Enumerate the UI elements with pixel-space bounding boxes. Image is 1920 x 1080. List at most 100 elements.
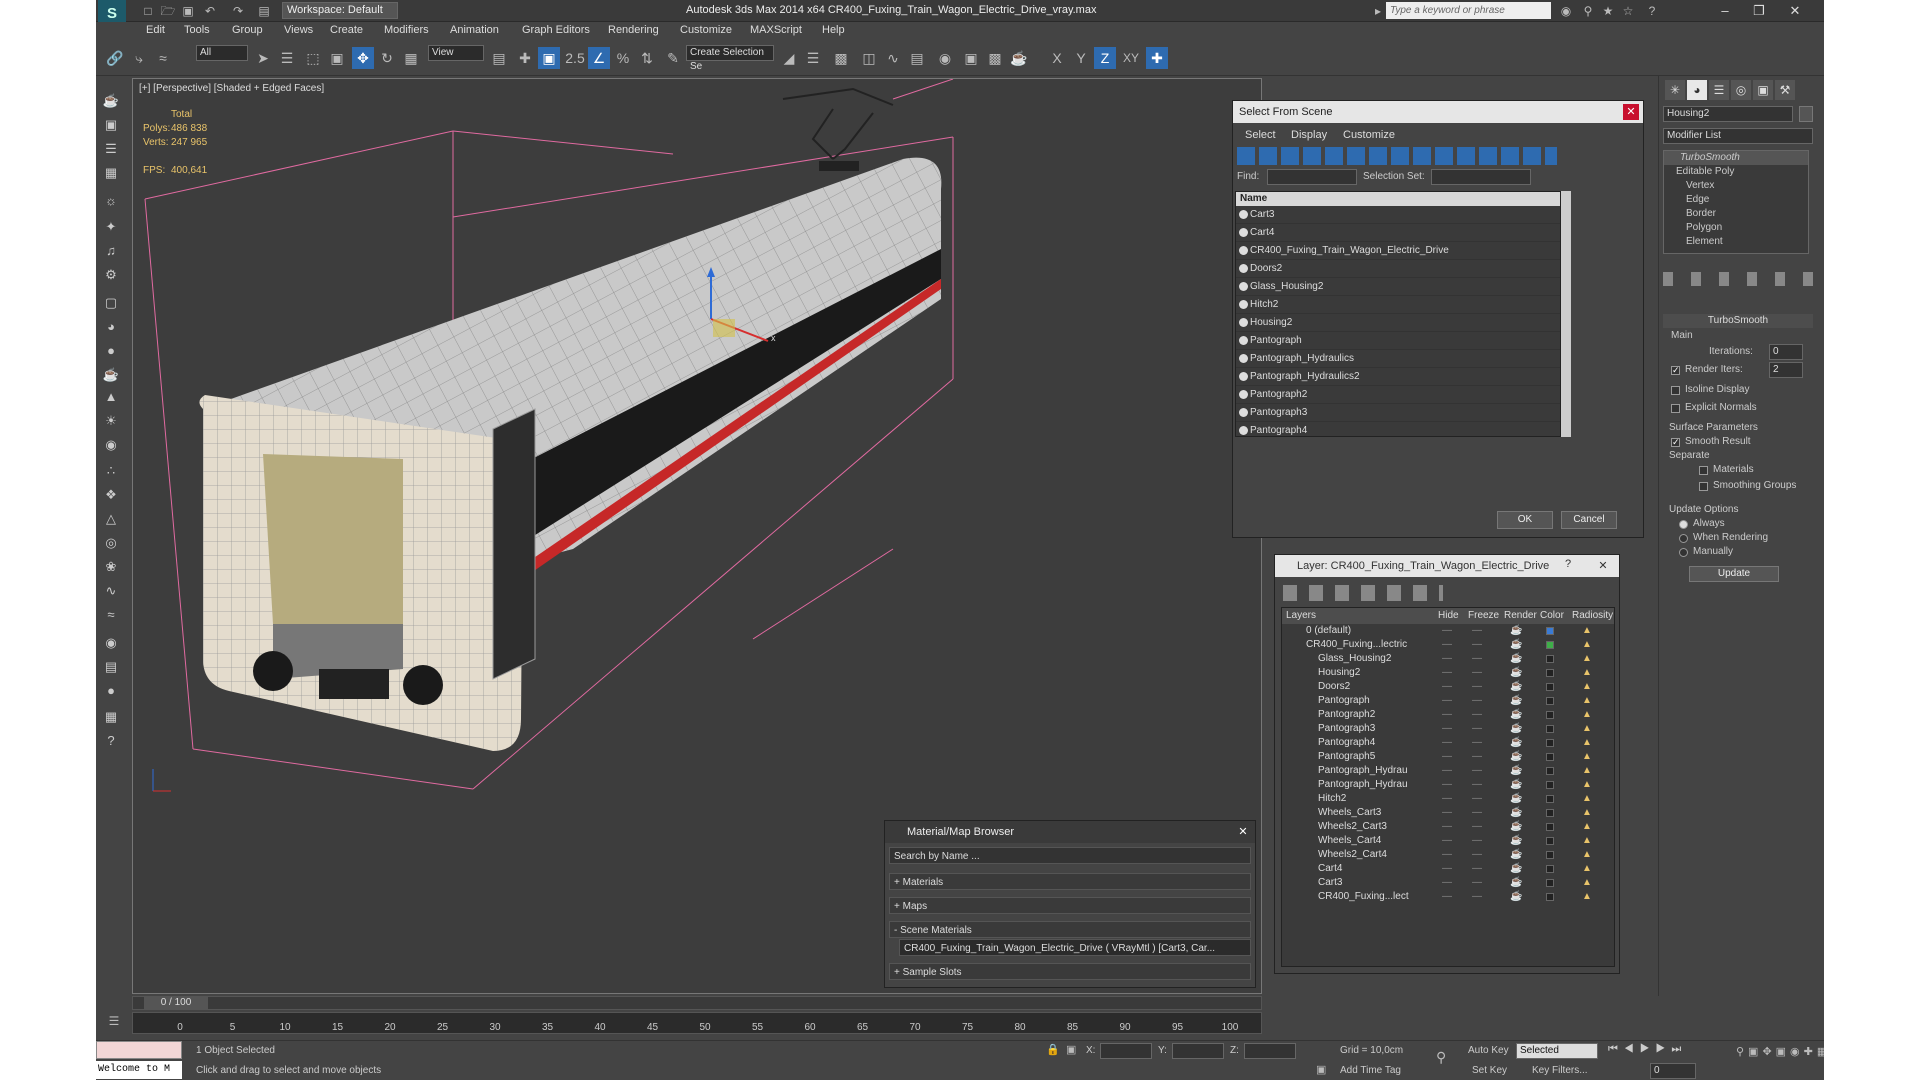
manually-radio[interactable] xyxy=(1679,548,1688,557)
sphere-icon[interactable]: ● xyxy=(100,340,122,362)
layer-color-swatch[interactable] xyxy=(1546,641,1554,649)
teapot-icon[interactable]: ☕ xyxy=(100,90,122,112)
maxscript-listener-pink[interactable] xyxy=(96,1041,182,1059)
layer-hide-toggle[interactable]: — xyxy=(1442,722,1452,736)
layer-hide-toggle[interactable]: — xyxy=(1442,652,1452,666)
hair-icon[interactable]: ∿ xyxy=(100,580,122,602)
set-key-button[interactable]: Set Key xyxy=(1472,1065,1507,1076)
layer-row[interactable]: Pantograph — — ☕ ▲ xyxy=(1282,694,1614,708)
pivot-center-icon[interactable]: ▤ xyxy=(488,47,510,69)
layer-freeze-toggle[interactable]: — xyxy=(1472,848,1482,862)
axis-x-button[interactable]: X xyxy=(1046,47,1068,69)
layer-color-swatch[interactable] xyxy=(1546,655,1554,663)
layer-row[interactable]: Hitch2 — — ☕ ▲ xyxy=(1282,792,1614,806)
teapot-render-icon[interactable]: ☕ xyxy=(1510,806,1522,820)
radiosity-icon[interactable]: ▲ xyxy=(1582,750,1592,764)
teapot-render-icon[interactable]: ☕ xyxy=(1510,666,1522,680)
time-slider-thumb[interactable]: 0 / 100 xyxy=(144,996,208,1010)
teapot-render-icon[interactable]: ☕ xyxy=(1510,652,1522,666)
curve-editor-icon[interactable]: ∿ xyxy=(882,47,904,69)
layer-row[interactable]: Cart4 — — ☕ ▲ xyxy=(1282,862,1614,876)
info-icon[interactable]: ? xyxy=(100,730,122,752)
image-icon[interactable]: ▣ xyxy=(100,114,122,136)
cone-icon[interactable]: ▲ xyxy=(100,386,122,408)
stack-item-element[interactable]: Element xyxy=(1664,235,1808,249)
col-radiosity[interactable]: Radiosity xyxy=(1572,608,1613,624)
key-filters-button[interactable]: Key Filters... xyxy=(1532,1065,1588,1076)
tripod-icon[interactable]: △ xyxy=(100,508,122,530)
col-freeze[interactable]: Freeze xyxy=(1468,608,1499,624)
scene-object-row[interactable]: Doors2 xyxy=(1236,260,1560,278)
scene-states-icon[interactable]: ▤ xyxy=(100,656,122,678)
stack-item-border[interactable]: Border xyxy=(1664,207,1808,221)
dome-light-icon[interactable]: ◉ xyxy=(100,434,122,456)
radiosity-icon[interactable]: ▲ xyxy=(1582,778,1592,792)
layer-freeze-toggle[interactable]: — xyxy=(1472,666,1482,680)
teapot-render-icon[interactable]: ☕ xyxy=(1510,736,1522,750)
bulb-icon[interactable]: ☼ xyxy=(100,190,122,212)
scene-material-item[interactable]: CR400_Fuxing_Train_Wagon_Electric_Drive … xyxy=(899,939,1251,956)
layer-freeze-toggle[interactable]: — xyxy=(1472,764,1482,778)
col-hide[interactable]: Hide xyxy=(1438,608,1459,624)
layer-hide-toggle[interactable]: — xyxy=(1442,806,1452,820)
select-and-move-icon[interactable]: ✥ xyxy=(352,47,374,69)
layer-hide-toggle[interactable]: — xyxy=(1442,820,1452,834)
layer-row[interactable]: Doors2 — — ☕ ▲ xyxy=(1282,680,1614,694)
layer-color-swatch[interactable] xyxy=(1546,837,1554,845)
radiosity-icon[interactable]: ▲ xyxy=(1582,722,1592,736)
layer-color-swatch[interactable] xyxy=(1546,767,1554,775)
list-scrollbar[interactable] xyxy=(1561,191,1571,437)
plant-icon[interactable]: ❀ xyxy=(100,556,122,578)
scene-object-row[interactable]: Cart4 xyxy=(1236,224,1560,242)
layer-freeze-toggle[interactable]: — xyxy=(1472,820,1482,834)
radiosity-icon[interactable]: ▲ xyxy=(1582,638,1592,652)
radiosity-icon[interactable]: ▲ xyxy=(1582,736,1592,750)
reference-coordinate-dropdown[interactable]: View xyxy=(428,45,484,61)
scene-object-row[interactable]: Hitch2 xyxy=(1236,296,1560,314)
wand-icon[interactable]: ✦ xyxy=(100,216,122,238)
percent-snap-icon[interactable]: % xyxy=(612,47,634,69)
layer-color-swatch[interactable] xyxy=(1546,795,1554,803)
render-sphere-icon[interactable]: ● xyxy=(100,680,122,702)
selection-set-dropdown[interactable] xyxy=(1431,169,1531,185)
stack-item-vertex[interactable]: Vertex xyxy=(1664,179,1808,193)
layer-hide-toggle[interactable]: — xyxy=(1442,890,1452,904)
layer-row[interactable]: Pantograph_Hydrau — — ☕ ▲ xyxy=(1282,764,1614,778)
hierarchy-tab-icon[interactable]: ☰ xyxy=(1709,80,1729,100)
menu-modifiers[interactable]: Modifiers xyxy=(384,24,429,36)
layer-color-swatch[interactable] xyxy=(1546,893,1554,901)
stack-item-edge[interactable]: Edge xyxy=(1664,193,1808,207)
maps-group[interactable]: + Maps xyxy=(889,897,1251,914)
layer-list[interactable]: Layers Hide Freeze Render Color Radiosit… xyxy=(1281,607,1615,967)
binoculars-icon[interactable]: ◉ xyxy=(1558,3,1574,19)
maxscript-listener-input[interactable]: Welcome to M xyxy=(96,1061,182,1079)
viewport-navigation-icons[interactable]: ⚲▣✥▣◉✚▦▣ xyxy=(1736,1043,1824,1079)
teapot-render-icon[interactable]: ☕ xyxy=(1510,624,1522,638)
create-tab-icon[interactable]: ✳ xyxy=(1665,80,1685,100)
layer-freeze-toggle[interactable]: — xyxy=(1472,624,1482,638)
explicit-normals-checkbox[interactable] xyxy=(1671,404,1680,413)
layer-hide-toggle[interactable]: — xyxy=(1442,638,1452,652)
material-editor-icon[interactable]: ◉ xyxy=(934,47,956,69)
layer-row[interactable]: Wheels_Cart3 — — ☕ ▲ xyxy=(1282,806,1614,820)
radiosity-icon[interactable]: ▲ xyxy=(1582,708,1592,722)
track-bar-menu-icon[interactable]: ☰ xyxy=(104,1014,124,1030)
layer-color-swatch[interactable] xyxy=(1546,697,1554,705)
object-color-swatch[interactable] xyxy=(1799,106,1813,122)
layer-hide-toggle[interactable]: — xyxy=(1442,624,1452,638)
z-coord-input[interactable] xyxy=(1244,1043,1296,1059)
layer-color-swatch[interactable] xyxy=(1546,823,1554,831)
select-object-icon[interactable]: ➤ xyxy=(252,47,274,69)
grid-icon[interactable]: ▦ xyxy=(100,162,122,184)
radiosity-icon[interactable]: ▲ xyxy=(1582,876,1592,890)
hemisphere-icon[interactable]: ◕ xyxy=(100,316,122,338)
sample-slots-group[interactable]: + Sample Slots xyxy=(889,963,1251,980)
sfs-menu-display[interactable]: Display xyxy=(1291,129,1327,141)
radiosity-icon[interactable]: ▲ xyxy=(1582,848,1592,862)
layer-row[interactable]: Glass_Housing2 — — ☕ ▲ xyxy=(1282,652,1614,666)
layer-color-swatch[interactable] xyxy=(1546,879,1554,887)
radiosity-icon[interactable]: ▲ xyxy=(1582,764,1592,778)
render-iters-spinner[interactable]: 2 xyxy=(1769,362,1803,378)
layer-hide-toggle[interactable]: — xyxy=(1442,750,1452,764)
rectangular-selection-icon[interactable]: ⬚ xyxy=(302,47,324,69)
